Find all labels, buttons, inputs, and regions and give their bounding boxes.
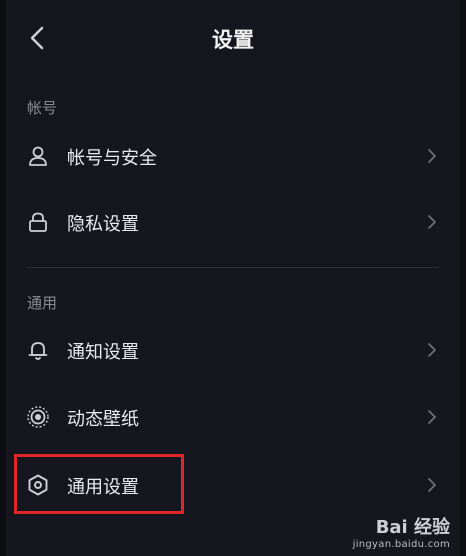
row-label: 帐号与安全 xyxy=(67,148,157,169)
lock-icon xyxy=(29,212,47,232)
chevron-right-icon xyxy=(428,410,436,424)
wallpaper-icon xyxy=(27,406,49,428)
row-label: 动态壁纸 xyxy=(67,409,139,430)
watermark: Bai 经验 jingyan.baidu.com xyxy=(353,513,450,550)
row-notification-settings[interactable]: 通知设置 xyxy=(6,320,460,382)
section-label-general: 通用 xyxy=(27,294,58,312)
header: 设置 xyxy=(6,0,460,72)
chevron-right-icon xyxy=(428,343,436,357)
watermark-url: jingyan.baidu.com xyxy=(352,539,450,550)
row-live-wallpaper[interactable]: 动态壁纸 xyxy=(6,387,460,449)
page-title: 设置 xyxy=(212,28,254,52)
bell-icon xyxy=(28,342,48,360)
row-label: 隐私设置 xyxy=(67,214,139,235)
highlight-box xyxy=(14,454,184,514)
watermark-logo: Bai 经验 xyxy=(375,517,450,538)
user-icon xyxy=(29,146,47,166)
row-privacy-settings[interactable]: 隐私设置 xyxy=(6,192,460,254)
section-divider xyxy=(27,267,439,268)
chevron-right-icon xyxy=(428,478,436,492)
row-account-security[interactable]: 帐号与安全 xyxy=(6,126,460,188)
row-label: 通知设置 xyxy=(67,342,139,363)
settings-screen: 设置 帐号 帐号与安全 隐私设置 通用 通知设置 动态壁纸 通用设置 Bai 经… xyxy=(6,0,460,556)
section-label-account: 帐号 xyxy=(27,99,58,117)
chevron-right-icon xyxy=(428,149,436,163)
chevron-right-icon xyxy=(428,215,436,229)
right-edge xyxy=(460,0,466,556)
